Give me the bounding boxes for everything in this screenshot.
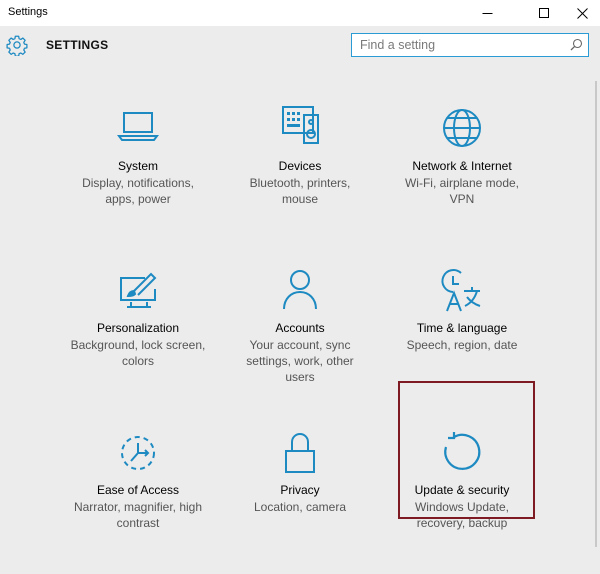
tile-description: Your account, sync settings, work, other… [246, 338, 354, 384]
time-language-icon [441, 269, 481, 312]
tile-description: Location, camera [253, 500, 347, 514]
tile-personalization[interactable]: Personalization Background, lock screen,… [67, 267, 209, 412]
person-icon [283, 270, 317, 310]
scrollbar[interactable] [595, 81, 597, 547]
tile-description: Wi-Fi, airplane mode, VPN [404, 176, 520, 206]
tile-system[interactable]: System Display, notifications, apps, pow… [67, 105, 209, 250]
tile-name: System [117, 159, 158, 173]
tile-devices[interactable]: Devices Bluetooth, printers, mouse [229, 105, 371, 250]
tile-description: Background, lock screen, colors [70, 338, 206, 368]
tile-name: Devices [278, 159, 322, 173]
tile-name: Ease of Access [96, 483, 180, 497]
window-title: Settings [8, 6, 48, 18]
page-title: SETTINGS [46, 38, 109, 52]
search-input[interactable] [352, 34, 570, 55]
settings-content: SETTINGS System Display, notifications, … [0, 26, 600, 550]
search-icon[interactable] [570, 38, 583, 51]
maximize-icon [539, 8, 549, 18]
tile-name: Privacy [280, 483, 320, 497]
minimize-button[interactable] [464, 0, 510, 26]
tile-description: Narrator, magnifier, high contrast [73, 500, 203, 530]
tile-description: Display, notifications, apps, power [82, 176, 194, 206]
tile-time-language[interactable]: Time & language Speech, region, date [391, 267, 533, 412]
tile-name: Time & language [416, 321, 508, 335]
globe-icon [443, 109, 481, 147]
minimize-icon [482, 12, 492, 14]
tile-name: Update & security [414, 483, 510, 497]
paint-icon [120, 272, 157, 308]
ease-of-access-icon [121, 436, 155, 470]
laptop-icon [117, 112, 159, 141]
search-box[interactable] [351, 33, 589, 57]
update-icon [444, 432, 481, 470]
tile-name: Network & Internet [412, 159, 512, 173]
tile-description: Bluetooth, printers, mouse [249, 176, 351, 206]
gear-icon [6, 35, 28, 56]
close-button[interactable] [559, 0, 600, 26]
tile-name: Personalization [96, 321, 180, 335]
lock-icon [285, 433, 315, 473]
tile-ease-of-access[interactable]: Ease of Access Narrator, magnifier, high… [67, 429, 209, 574]
devices-icon [282, 106, 319, 144]
tile-privacy[interactable]: Privacy Location, camera [229, 429, 371, 574]
tile-network-internet[interactable]: Network & Internet Wi-Fi, airplane mode,… [391, 105, 533, 250]
tile-description: Windows Update, recovery, backup [414, 500, 510, 530]
tile-update-security[interactable]: Update & security Windows Update, recove… [391, 429, 533, 574]
tile-name: Accounts [275, 321, 325, 335]
close-icon [576, 7, 588, 19]
title-bar: Settings [0, 0, 600, 26]
tile-description: Speech, region, date [406, 338, 518, 352]
tile-accounts[interactable]: Accounts Your account, sync settings, wo… [229, 267, 371, 412]
